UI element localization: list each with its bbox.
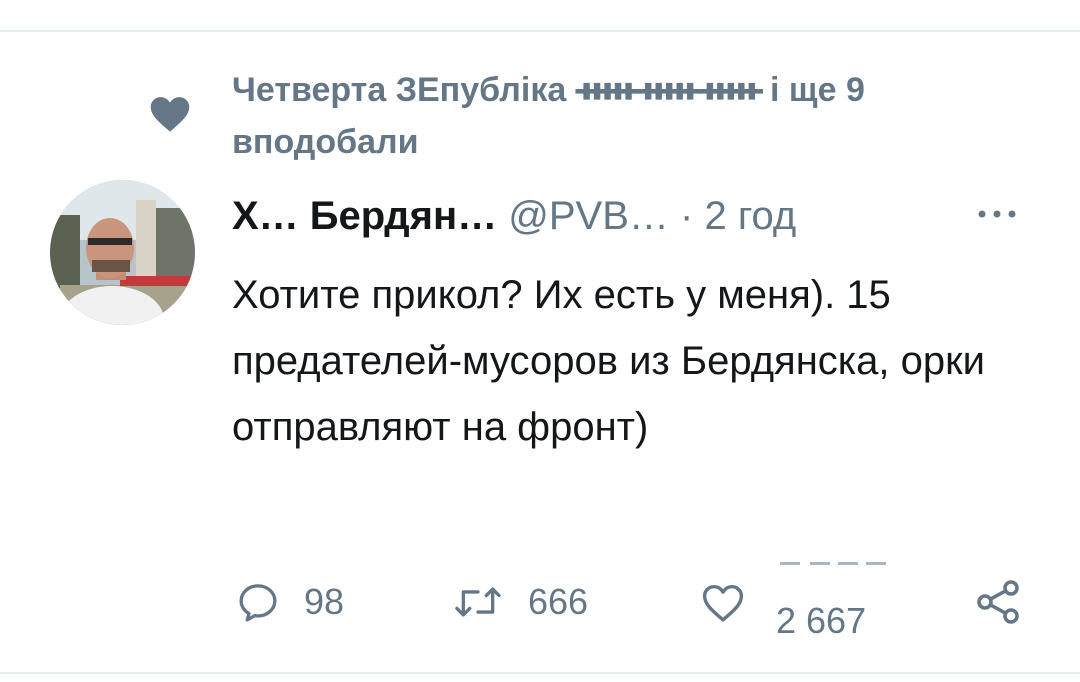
reply-button[interactable]: 98: [236, 580, 344, 624]
header-separator: ·: [680, 194, 694, 238]
tweet-header: Х… Бердян… @PVB… · 2 год: [232, 188, 796, 244]
retweet-count: 666: [528, 581, 589, 622]
tweet-text: Хотите прикол? Их есть у меня). 15 преда…: [232, 273, 985, 449]
timestamp[interactable]: 2 год: [704, 194, 796, 238]
flag-glyphs: ᚔᚔᚔ: [575, 71, 763, 109]
retweet-button[interactable]: 666: [452, 580, 588, 624]
social-context[interactable]: Четверта ЗЕпубліка ᚔᚔᚔ і ще 9 вподобали: [232, 64, 992, 168]
top-divider: [0, 30, 1080, 32]
reply-count: 98: [304, 581, 345, 622]
heart-outline-icon: [702, 584, 744, 622]
social-context-suffix: і ще 9: [770, 71, 865, 109]
avatar[interactable]: [50, 180, 195, 325]
share-button[interactable]: [974, 578, 1022, 626]
more-dots-icon[interactable]: [972, 206, 1022, 222]
social-context-liked: вподобали: [232, 123, 419, 161]
reply-bubble-icon: [239, 584, 277, 622]
share-icon: [977, 580, 1019, 624]
user-handle[interactable]: @PVB…: [508, 194, 669, 238]
like-count: 2 667: [776, 600, 867, 641]
heart-filled-icon: [150, 97, 190, 132]
like-button[interactable]: [700, 580, 746, 626]
like-count-animation-remnant: [780, 562, 886, 570]
social-context-name: Четверта ЗЕпубліка: [232, 71, 567, 109]
bottom-divider: [0, 672, 1080, 674]
retweet-icon: [455, 587, 501, 617]
display-name[interactable]: Х… Бердян…: [232, 194, 497, 238]
